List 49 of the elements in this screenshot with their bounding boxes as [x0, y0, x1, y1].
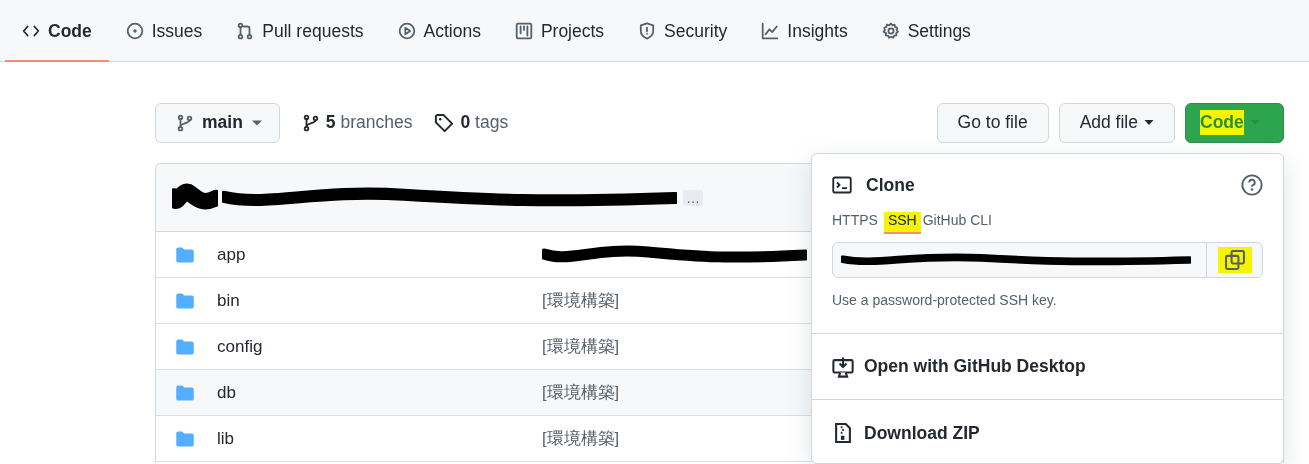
play-icon: [397, 22, 416, 40]
file-name-link[interactable]: lib: [217, 428, 542, 449]
code-button[interactable]: Code: [1185, 102, 1284, 143]
tags-link[interactable]: 0 tags: [434, 112, 509, 133]
commit-message: [環境構築]: [542, 427, 620, 449]
desktop-download-icon: [832, 355, 854, 378]
commit-message: [環境構築]: [542, 335, 620, 357]
protocol-tab[interactable]: HTTPS: [832, 212, 882, 234]
branch-icon: [176, 113, 194, 132]
commit-message: [環境構築]: [542, 289, 620, 311]
pull-request-icon: [236, 22, 255, 40]
issue-icon: [125, 22, 144, 40]
terminal-icon: [832, 175, 852, 195]
repo-tab[interactable]: Insights: [744, 0, 865, 62]
graph-icon: [761, 22, 780, 40]
repo-tab[interactable]: Pull requests: [219, 0, 381, 62]
help-icon: [1241, 174, 1263, 196]
menu-item[interactable]: Open with GitHub Desktop: [812, 334, 1283, 400]
tag-icon: [434, 112, 455, 133]
go-to-file-button[interactable]: Go to file: [936, 102, 1049, 143]
board-icon: [514, 22, 533, 40]
file-name-link[interactable]: app: [217, 244, 542, 265]
caret-icon: [1144, 119, 1154, 126]
branches-link[interactable]: 5 branches: [301, 112, 413, 133]
branch-icon: [301, 113, 320, 132]
ellipsis-button[interactable]: …: [683, 189, 703, 206]
repo-tab[interactable]: Code: [5, 0, 109, 62]
repo-tab[interactable]: Security: [621, 0, 745, 62]
commit-message: [環境構築]: [542, 381, 620, 403]
protocol-tab[interactable]: SSH: [883, 212, 921, 234]
repo-tab[interactable]: Actions: [380, 0, 498, 62]
clone-title: Clone: [866, 174, 916, 196]
file-name-link[interactable]: config: [217, 336, 542, 357]
branch-button[interactable]: main: [155, 102, 280, 143]
clone-url-field[interactable]: [832, 242, 1263, 278]
menu-item[interactable]: Download ZIP: [812, 400, 1283, 463]
ssh-note: Use a password-protected SSH key.: [832, 292, 1058, 308]
add-file-button[interactable]: Add file: [1058, 102, 1175, 143]
file-name-link[interactable]: db: [217, 382, 542, 403]
file-name-link[interactable]: bin: [217, 290, 542, 311]
protocol-tab[interactable]: GitHub CLI: [922, 212, 996, 234]
shield-icon: [638, 22, 657, 40]
gear-icon: [881, 22, 900, 40]
zip-file-icon: [832, 422, 854, 444]
repo-tab[interactable]: Issues: [108, 0, 220, 62]
caret-icon: [250, 118, 263, 127]
repo-tab[interactable]: Settings: [864, 0, 988, 62]
repo-tab[interactable]: Projects: [497, 0, 622, 62]
copy-icon: [1223, 249, 1246, 271]
